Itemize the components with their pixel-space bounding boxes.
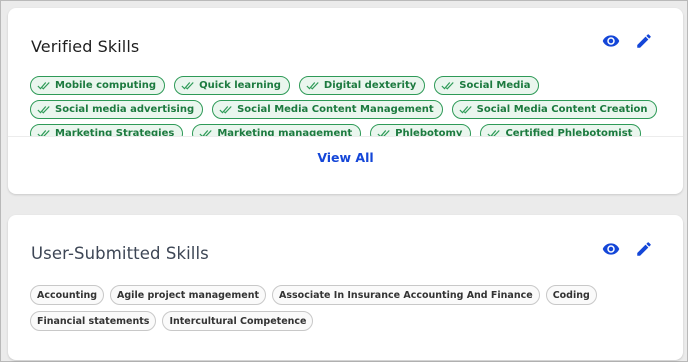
verified-skill-chip: Quick learning [174,76,290,95]
verified-skill-chip: Social Media [434,76,540,95]
verified-skill-label: Marketing management [217,128,353,136]
user-skill-chip: Coding [545,285,597,305]
verified-skill-label: Digital dexterity [323,80,417,91]
double-check-icon [37,81,50,90]
view-all-link[interactable]: View All [8,150,683,165]
verified-skill-label: Marketing Strategies [55,128,175,136]
user-submitted-skills-title: User-Submitted Skills [31,244,209,263]
verified-skill-label: Phlebotomy [395,128,463,136]
verified-skill-chip: Digital dexterity [298,76,426,95]
double-check-icon [377,129,390,136]
verified-skill-label: Social Media Content Management [237,104,434,115]
double-check-icon [37,105,50,114]
verified-skills-list[interactable]: Mobile computing Quick learning Digital de… [30,76,670,136]
verified-skill-label: Social Media Content Creation [476,104,648,115]
divider [8,136,683,137]
double-check-icon [306,81,319,90]
double-check-icon [459,105,472,114]
verified-skill-chip: Certified Phlebotomist [480,124,642,136]
user-skill-chip: Accounting [30,285,105,305]
verified-skills-card: Verified Skills Mobile computing Quick le… [8,8,683,194]
verified-skill-label: Social Media [459,80,531,91]
verified-skill-label: Quick learning [199,80,281,91]
user-submitted-skills-list: Accounting Agile project management Associ… [30,285,670,331]
verified-skill-chip: Phlebotomy [370,124,472,136]
verified-skill-chip: Social media advertising [30,100,204,119]
edit-user-submitted-button[interactable] [634,239,654,259]
view-user-submitted-button[interactable] [601,239,621,259]
verified-skills-title: Verified Skills [31,37,140,56]
double-check-icon [219,105,232,114]
verified-skill-chip: Mobile computing [30,76,166,95]
verified-skill-chip: Marketing Strategies [30,124,184,136]
user-skill-chip: Associate In Insurance Accounting And Fi… [272,285,540,305]
verified-skill-chip: Marketing management [192,124,362,136]
pencil-icon [637,34,651,48]
double-check-icon [199,129,213,136]
view-verified-button[interactable] [601,31,621,51]
user-submitted-skills-card: User-Submitted Skills Accounting Agile pr… [8,215,683,360]
verified-skill-chip: Social Media Content Management [212,100,443,119]
user-skill-chip: Agile project management [110,285,267,305]
pencil-icon [637,242,651,256]
user-skill-chip: Intercultural Competence [162,311,314,331]
verified-skill-chip: Social Media Content Creation [451,100,657,119]
double-check-icon [181,81,194,90]
double-check-icon [487,129,501,136]
double-check-icon [441,81,454,90]
page-frame: Verified Skills Mobile computing Quick le… [0,0,688,362]
user-skill-chip: Financial statements [30,311,157,331]
verified-skill-label: Mobile computing [55,80,157,91]
verified-skill-label: Certified Phlebotomist [505,128,633,136]
double-check-icon [37,129,50,136]
eye-icon [602,35,620,47]
verified-skill-label: Social media advertising [55,104,195,115]
edit-verified-button[interactable] [634,31,654,51]
eye-icon [602,243,620,255]
